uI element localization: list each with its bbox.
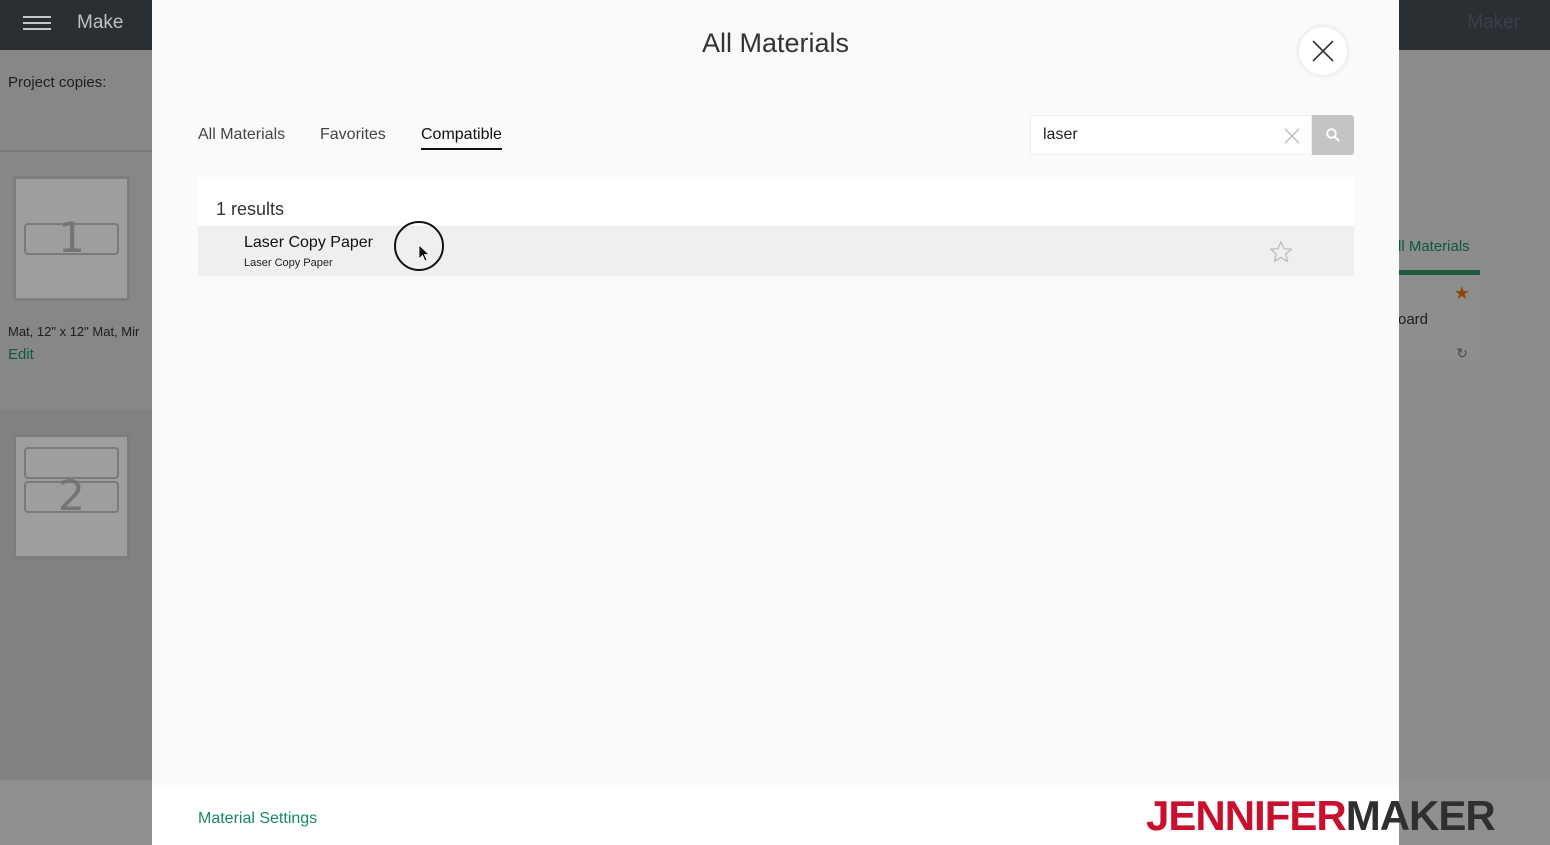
close-icon <box>1312 40 1334 62</box>
close-button[interactable] <box>1299 27 1347 75</box>
mat-number: 1 <box>58 213 85 262</box>
results-header: 1 results <box>198 177 1354 225</box>
left-panel: Project copies: 1 Mat, 12" x 12" Mat, Mi… <box>0 50 152 780</box>
logo-part-1: JENNIFER <box>1146 792 1347 839</box>
left-lower-panel: 2 <box>0 410 152 780</box>
hamburger-icon[interactable] <box>23 12 51 34</box>
mat-thumbnail[interactable]: 1 <box>13 176 130 301</box>
logo-part-2: MAKER <box>1345 792 1496 839</box>
divider <box>0 150 152 152</box>
mat-number: 2 <box>58 471 85 520</box>
search-box <box>1030 115 1312 155</box>
jennifermaker-logo: JENNIFERMAKER <box>1146 792 1496 840</box>
tab-all-materials[interactable]: All Materials <box>198 126 285 148</box>
mouse-pointer-icon <box>418 244 430 262</box>
result-item[interactable]: Laser Copy Paper Laser Copy Paper <box>198 221 1354 276</box>
star-icon[interactable]: ★ <box>1454 283 1470 304</box>
project-copies-label: Project copies: <box>8 74 107 91</box>
tab-compatible[interactable]: Compatible <box>421 126 502 150</box>
materials-modal: All Materials All Materials Favorites Co… <box>152 0 1399 845</box>
search-input[interactable] <box>1043 124 1273 146</box>
search-button[interactable] <box>1312 115 1354 155</box>
result-subtitle: Laser Copy Paper <box>244 257 333 269</box>
search-icon <box>1326 128 1340 142</box>
app-right-label: Maker <box>1467 12 1520 33</box>
clear-icon[interactable] <box>1283 127 1301 145</box>
result-name: Laser Copy Paper <box>244 234 373 251</box>
material-settings-link[interactable]: Material Settings <box>198 810 317 828</box>
left-footer <box>0 780 152 845</box>
results-panel: 1 results Laser Copy Paper Laser Copy Pa… <box>198 177 1354 777</box>
edit-link[interactable]: Edit <box>8 346 34 363</box>
app-title: Make <box>77 12 124 33</box>
results-count: 1 results <box>216 199 285 219</box>
tab-favorites[interactable]: Favorites <box>320 126 386 148</box>
mat-thumbnail[interactable]: 2 <box>13 434 130 559</box>
mat-info: Mat, 12" x 12" Mat, Mir <box>8 324 140 339</box>
all-materials-link[interactable]: ll Materials <box>1398 238 1470 255</box>
material-card-title: oard <box>1398 311 1429 328</box>
material-card[interactable]: oard ★ ↻ <box>1398 270 1480 362</box>
favorite-star-icon[interactable] <box>1268 239 1294 270</box>
modal-title: All Materials <box>701 28 850 58</box>
refresh-icon[interactable]: ↻ <box>1456 345 1468 362</box>
